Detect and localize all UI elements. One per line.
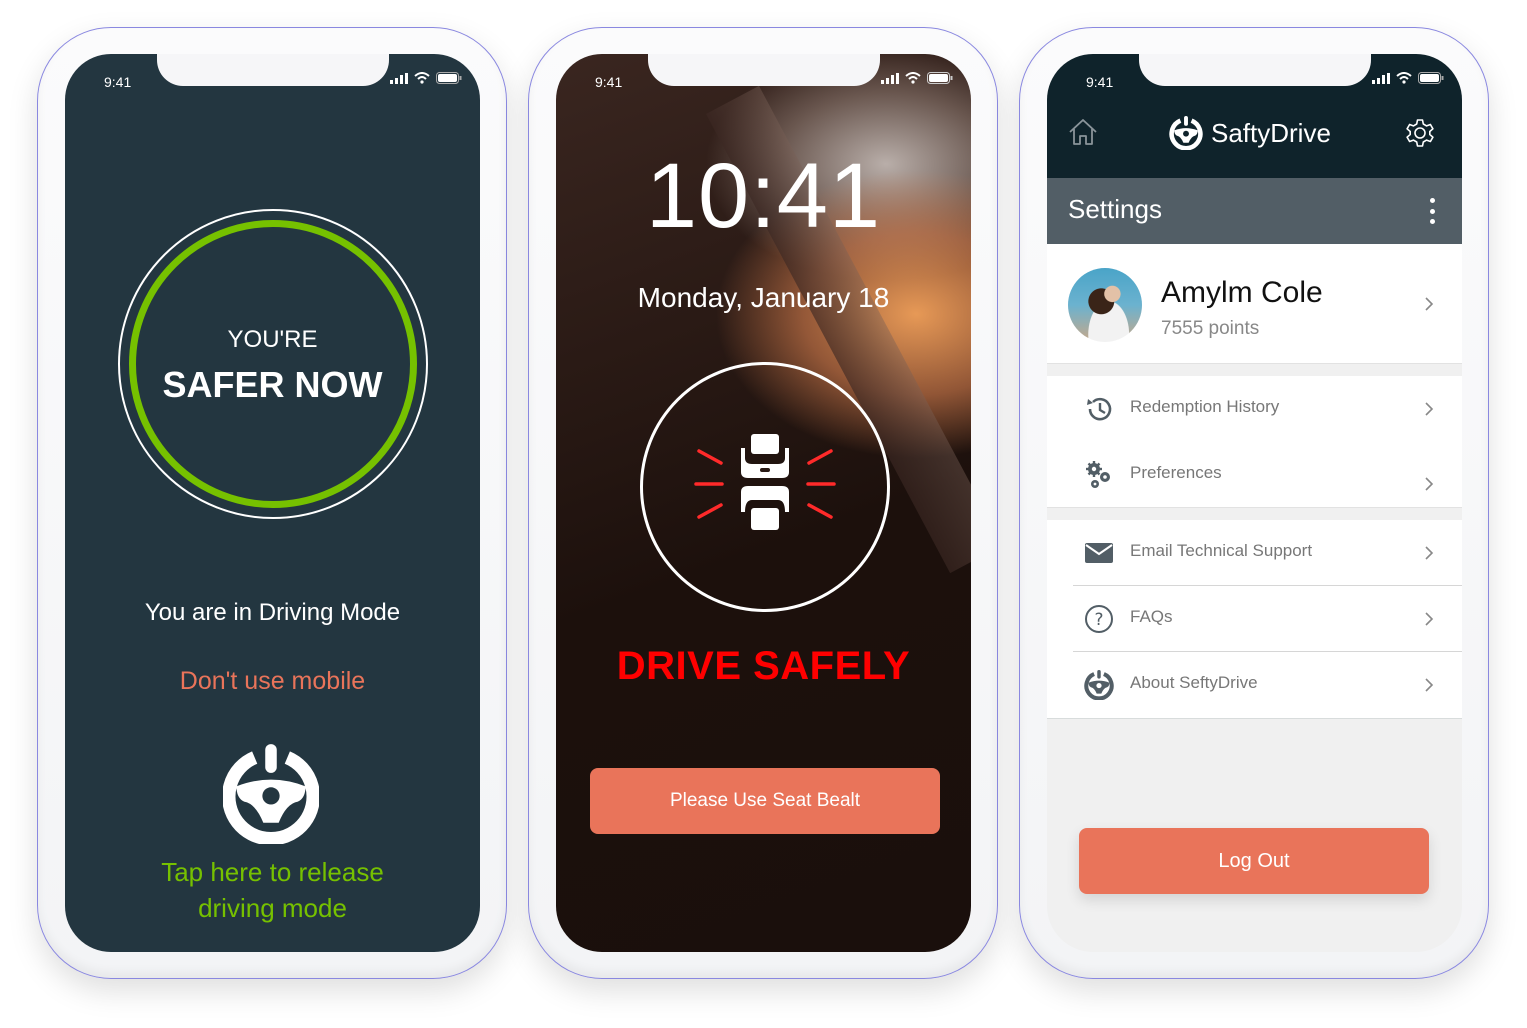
lock-clock: 10:41 (645, 145, 882, 247)
status-bar: 9:41 (1047, 54, 1462, 104)
chevron-right-icon (1425, 678, 1434, 692)
chevron-right-icon (1425, 477, 1434, 491)
driving-mode-screen: 9:41 YOU'RE SAFER NOW You are in Driving… (65, 54, 480, 952)
wifi-icon (1396, 72, 1412, 84)
settings-group-1: Redemption History Preferences (1047, 376, 1462, 508)
lock-screen: 9:41 10:41 Monday, January 18 DRIVE SAFE… (556, 54, 971, 952)
driving-mode-text: You are in Driving Mode (144, 599, 401, 626)
logout-button[interactable]: Log Out (1079, 828, 1429, 894)
menu-item-redemption-history[interactable]: Redemption History (1047, 376, 1462, 442)
status-bar: 9:41 (556, 54, 971, 104)
badge-line-2: SAFER NOW (162, 364, 383, 405)
envelope-icon (1085, 543, 1113, 563)
app-brand: SaftyDrive (1169, 116, 1331, 150)
seat-belt-button[interactable]: Please Use Seat Bealt (590, 768, 940, 834)
phone-frame-lock-screen: 9:41 10:41 Monday, January 18 DRIVE SAFE… (528, 27, 998, 979)
chevron-right-icon (1425, 402, 1434, 416)
steering-wheel-icon (1084, 670, 1114, 700)
battery-icon (436, 72, 462, 84)
settings-title: Settings (1068, 194, 1162, 224)
status-time: 9:41 (1086, 74, 1114, 90)
gears-icon (1086, 461, 1110, 488)
drive-safely-headline: DRIVE SAFELY (616, 644, 911, 688)
release-text-line-2: driving mode (198, 893, 347, 923)
menu-item-email-support[interactable]: Email Technical Support (1047, 520, 1462, 586)
app-header: SaftyDrive 9:41 (1047, 54, 1462, 178)
chevron-right-icon (1425, 297, 1434, 311)
wifi-icon (905, 72, 921, 84)
svg-text:?: ? (1094, 610, 1103, 630)
kebab-menu-icon[interactable] (1428, 198, 1436, 224)
menu-item-label: Email Technical Support (1130, 541, 1313, 560)
app-name: SaftyDrive (1211, 117, 1331, 148)
avatar (1068, 268, 1142, 342)
menu-item-label: About SeftyDrive (1130, 673, 1258, 692)
gear-icon[interactable] (1404, 117, 1436, 149)
phone-frame-settings: SaftyDrive 9:41 Settings Amylm Cole 7555… (1019, 27, 1489, 979)
badge-line-1: YOU'RE (227, 326, 318, 353)
chevron-right-icon (1425, 546, 1434, 560)
status-bar: 9:41 (65, 54, 480, 104)
history-icon (1087, 397, 1112, 421)
wifi-icon (414, 72, 430, 84)
menu-item-label: FAQs (1130, 607, 1173, 626)
signal-icon (390, 72, 408, 84)
settings-screen: SaftyDrive 9:41 Settings Amylm Cole 7555… (1047, 54, 1462, 952)
settings-section-bar: Settings (1047, 178, 1462, 244)
question-circle-icon: ? (1085, 605, 1113, 633)
menu-item-preferences[interactable]: Preferences (1047, 442, 1462, 508)
steering-wheel-icon (1169, 116, 1203, 150)
signal-icon (1372, 72, 1390, 84)
menu-item-about[interactable]: About SeftyDrive (1047, 652, 1462, 718)
profile-name: Amylm Cole (1161, 276, 1323, 309)
status-time: 9:41 (104, 74, 132, 90)
phone-frame-driving-mode: 9:41 YOU'RE SAFER NOW You are in Driving… (37, 27, 507, 979)
lock-date: Monday, January 18 (637, 282, 890, 313)
seat-belt-alert-icon (694, 434, 836, 530)
battery-icon (1418, 72, 1444, 84)
status-time: 9:41 (595, 74, 623, 90)
home-icon[interactable] (1067, 116, 1099, 148)
release-text-line-1: Tap here to release (161, 857, 384, 887)
chevron-right-icon (1425, 612, 1434, 626)
profile-row[interactable]: Amylm Cole 7555 points (1047, 244, 1462, 364)
profile-points: 7555 points (1161, 318, 1260, 339)
menu-item-faqs[interactable]: ? FAQs (1047, 586, 1462, 652)
warning-text: Don't use mobile (179, 667, 366, 695)
release-driving-mode-link[interactable]: Tap here to release driving mode (65, 854, 480, 926)
settings-group-2: Email Technical Support ? FAQs About Sef… (1047, 520, 1462, 719)
menu-item-label: Preferences (1130, 463, 1222, 482)
battery-icon (927, 72, 953, 84)
signal-icon (881, 72, 899, 84)
menu-item-label: Redemption History (1130, 397, 1280, 416)
steering-wheel-power-icon[interactable] (223, 744, 319, 844)
